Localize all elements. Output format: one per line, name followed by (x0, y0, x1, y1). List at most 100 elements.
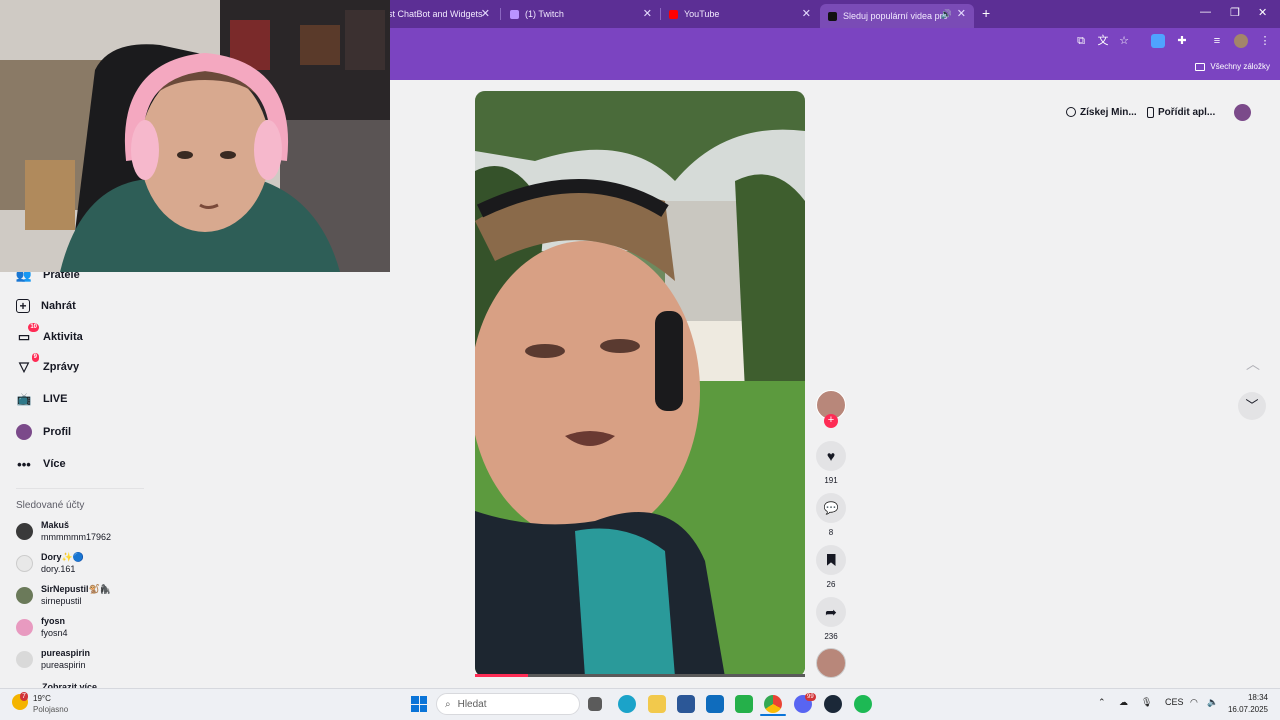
spotify-icon[interactable] (854, 695, 872, 713)
twitch-icon (510, 9, 519, 19)
start-button[interactable] (411, 696, 427, 712)
sidebar-item-label: Nahrát (41, 300, 76, 312)
extension-icon[interactable] (1151, 34, 1165, 48)
comment-count: 8 (828, 528, 834, 537)
extensions-puzzle-icon[interactable]: ✚ (1175, 34, 1189, 48)
windows-taskbar (0, 688, 1280, 720)
sidebar-item-activity[interactable]: ▭ 10 Aktivita (16, 323, 83, 345)
followed-accounts-title: Sledované účty (16, 500, 85, 511)
followed-account[interactable]: pureaspirin pureaspirin (16, 647, 90, 671)
all-bookmarks-button[interactable]: Všechny záložky (1195, 62, 1270, 71)
profile-avatar (16, 424, 32, 440)
close-icon[interactable]: ✕ (481, 7, 490, 20)
steam-icon[interactable] (824, 695, 842, 713)
language-indicator[interactable]: CES (1165, 697, 1184, 707)
store-icon[interactable] (677, 695, 695, 713)
tab-youtube[interactable]: YouTube ✕ (661, 4, 819, 24)
sidebar-item-profile[interactable]: Profil (16, 424, 71, 440)
tab-label: st ChatBot and Widgets (388, 9, 483, 19)
music-disc-avatar[interactable] (816, 648, 846, 678)
share-button[interactable]: ➦ (816, 597, 846, 627)
speaker-icon[interactable]: 🔊 (941, 9, 952, 20)
menu-icon[interactable]: ⋮ (1258, 34, 1272, 48)
file-explorer-icon[interactable] (648, 695, 666, 713)
messages-badge: 9 (31, 353, 39, 362)
onedrive-icon[interactable]: ☁ (1119, 697, 1128, 708)
get-coins-button[interactable]: Získej Min... (1066, 102, 1137, 122)
close-icon[interactable]: ✕ (957, 7, 966, 20)
activity-icon: ▭ 10 (17, 323, 39, 344)
account-username: pureaspirin (41, 660, 86, 670)
restore-button[interactable]: ❐ (1230, 6, 1240, 19)
sidebar-item-upload[interactable]: + Nahrát (16, 299, 76, 313)
sidebar-item-label: LIVE (43, 393, 68, 405)
share-icon: ➦ (825, 603, 837, 620)
sidebar-item-more[interactable]: ••• Více (16, 456, 66, 472)
media-control-icon[interactable]: ≡ (1210, 34, 1224, 48)
sidebar-item-messages[interactable]: ▽ 9 Zprávy (16, 353, 80, 375)
new-tab-button[interactable]: + (982, 5, 990, 21)
get-coins-label: Získej Min... (1080, 106, 1137, 118)
active-app-indicator (760, 714, 786, 716)
account-username: dory.161 (41, 564, 76, 574)
install-app-icon[interactable]: ⧉ (1074, 34, 1088, 48)
sidebar-item-label: Více (43, 458, 66, 470)
close-icon[interactable]: ✕ (643, 7, 652, 20)
video-player[interactable] (475, 91, 805, 677)
bookmark-icon (826, 554, 836, 566)
profile-avatar[interactable] (1234, 34, 1248, 48)
chevron-down-icon[interactable]: ﹀ (1238, 392, 1266, 420)
close-icon[interactable]: ✕ (802, 7, 811, 20)
search-placeholder: Hledat (457, 698, 487, 710)
translate-icon[interactable]: 文 (1096, 34, 1110, 48)
avatar (16, 587, 33, 604)
volume-icon[interactable]: 🔈 (1207, 697, 1218, 708)
window-close-button[interactable]: ✕ (1258, 6, 1267, 19)
chevron-up-icon[interactable]: ⌃ (1098, 697, 1106, 708)
task-view-icon[interactable] (588, 697, 602, 711)
tiktok-icon (828, 11, 837, 21)
coin-icon (1066, 107, 1076, 117)
weather-badge: 7 (20, 692, 28, 701)
outlook-icon[interactable] (706, 695, 724, 713)
sidebar-item-label: Zprávy (43, 361, 80, 373)
wifi-icon[interactable]: ◠ (1190, 697, 1198, 708)
webcam-overlay (0, 0, 390, 272)
minimize-button[interactable]: — (1200, 6, 1211, 18)
tab-label: YouTube (684, 9, 720, 19)
avatar (16, 523, 33, 540)
tab-twitch[interactable]: (1) Twitch ✕ (502, 4, 660, 24)
edge-icon[interactable] (618, 695, 636, 713)
tab-chatbot[interactable]: st ChatBot and Widgets ✕ (380, 4, 498, 24)
account-name: Makuš (41, 520, 70, 530)
followed-account[interactable]: Makuš mmmmmm17962 (16, 519, 111, 543)
follow-plus-icon[interactable]: + (824, 414, 838, 428)
taskbar-search[interactable]: ⌕ Hledat (436, 693, 580, 715)
clock-time[interactable]: 18:34 (1230, 693, 1268, 702)
share-count: 236 (824, 632, 838, 641)
live-icon: 📺 (16, 392, 32, 406)
avatar (16, 555, 33, 572)
microphone-icon[interactable]: 🎙 (1141, 697, 1152, 708)
discord-badge: 99 (805, 693, 816, 701)
chevron-up-icon[interactable]: ︿ (1240, 351, 1266, 377)
app-icon[interactable] (735, 695, 753, 713)
save-button[interactable] (816, 545, 846, 575)
get-app-button[interactable]: Pořídit apl... (1147, 102, 1215, 122)
profile-avatar[interactable] (1234, 104, 1251, 121)
clock-date[interactable]: 16.07.2025 (1226, 705, 1268, 714)
like-button[interactable]: ♥ (816, 441, 846, 471)
followed-account[interactable]: SirNepustil🐒🦍 sirnepustil (16, 583, 111, 607)
tab-label: (1) Twitch (525, 9, 564, 19)
chrome-icon[interactable] (764, 695, 782, 713)
comment-icon: 💬 (823, 501, 839, 515)
comment-button[interactable]: 💬 (816, 493, 846, 523)
bookmark-star-icon[interactable]: ☆ (1117, 34, 1131, 48)
search-icon: ⌕ (445, 698, 451, 710)
tab-tiktok[interactable]: Sleduj populární videa pro 🔊 ✕ (820, 4, 974, 28)
followed-account[interactable]: Dory✨🔵 dory.161 (16, 551, 84, 575)
sidebar-item-live[interactable]: 📺 LIVE (16, 391, 68, 407)
account-name: pureaspirin (41, 648, 91, 658)
account-username: mmmmmm17962 (41, 532, 112, 542)
followed-account[interactable]: fyosn fyosn4 (16, 615, 68, 639)
